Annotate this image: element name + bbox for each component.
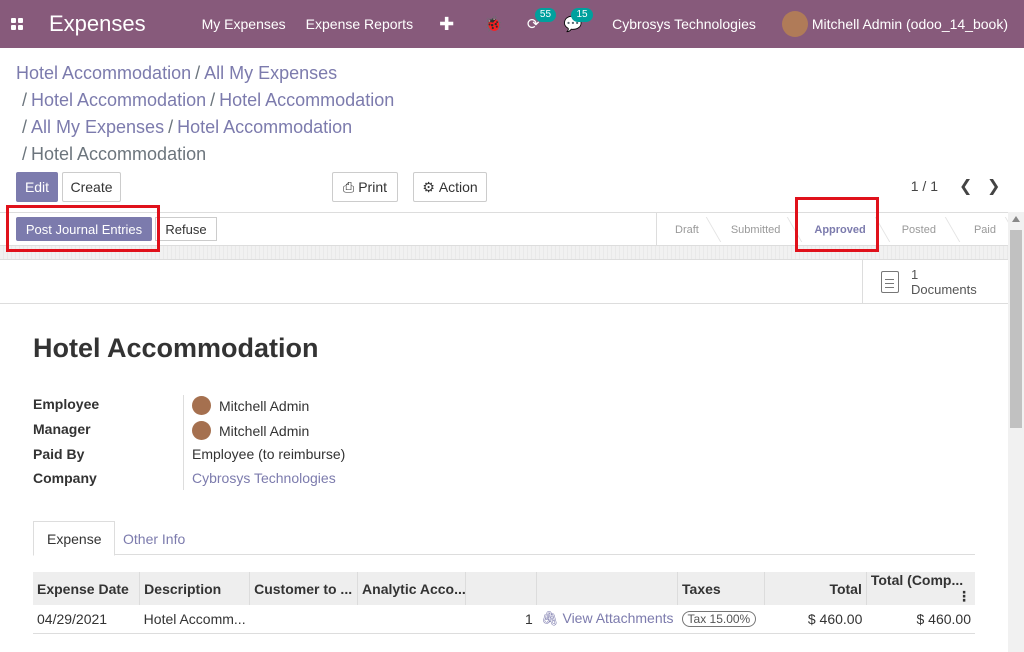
user-menu[interactable]: Mitchell Admin (odoo_14_book)	[812, 16, 1008, 32]
column-header[interactable]: Expense Date	[33, 572, 141, 605]
manager-avatar	[192, 421, 211, 440]
column-header[interactable]: Taxes	[677, 572, 765, 605]
pager-value[interactable]: 1 / 1	[911, 178, 938, 194]
sheet-divider	[0, 303, 1008, 304]
stage-posted[interactable]: Posted	[882, 213, 952, 246]
documents-count: 1	[911, 266, 919, 282]
cell-analytic	[357, 605, 466, 634]
refuse-button[interactable]: Refuse	[155, 217, 217, 241]
documents-label: Documents	[911, 281, 977, 297]
manager-field[interactable]: Mitchell Admin	[192, 421, 309, 440]
menu-expense-reports[interactable]: Expense Reports	[306, 16, 413, 32]
breadcrumb-link[interactable]: All My Expenses	[31, 117, 164, 137]
form-tabs: Expense Other Info	[33, 521, 975, 556]
chevron-right-icon[interactable]: ❯	[987, 176, 1000, 196]
plus-menu-icon[interactable]: ✚	[439, 14, 454, 35]
view-attachments-link[interactable]: View Attachments	[562, 610, 673, 626]
optional-columns-icon[interactable]: ⋮	[957, 588, 971, 605]
field-divider	[183, 395, 184, 490]
manager-value: Mitchell Admin	[219, 422, 310, 439]
messages-badge: 15	[571, 8, 593, 22]
print-icon: ⎙	[343, 178, 355, 195]
manager-label: Manager	[33, 421, 91, 437]
documents-smart-button[interactable]: 1 Documents	[862, 260, 1007, 303]
debug-bug-icon[interactable]: 🐞	[484, 15, 503, 33]
expense-lines-table: Expense Date Description Customer to ...…	[33, 572, 975, 634]
action-label: Action	[438, 179, 478, 195]
company-label: Company	[33, 470, 97, 486]
paid-by-label: Paid By	[33, 446, 85, 462]
stage-submitted[interactable]: Submitted	[713, 213, 795, 246]
paperclip-icon: 🖇	[540, 610, 559, 627]
column-header-label: Total (Comp...	[870, 572, 964, 588]
column-header[interactable]	[536, 572, 679, 605]
cell-description: Hotel Accomm...	[139, 605, 250, 634]
cell-taxes: Tax 15.00%	[677, 605, 765, 634]
breadcrumb: Hotel Accommodation / All My Expenses / Hot…	[16, 63, 395, 164]
column-header[interactable]: Total	[764, 572, 867, 605]
breadcrumb-current: Hotel Accommodation	[31, 144, 207, 164]
scroll-up-arrow-icon[interactable]	[1012, 216, 1020, 222]
tax-tag: Tax 15.00%	[681, 611, 757, 628]
app-title[interactable]: Expenses	[49, 11, 146, 37]
print-button[interactable]: ⎙ Print	[332, 172, 398, 202]
column-header[interactable]	[465, 572, 538, 605]
chevron-left-icon[interactable]: ❮	[959, 176, 972, 196]
stage-draft[interactable]: Draft	[657, 213, 713, 246]
paid-by-field[interactable]: Employee (to reimburse)	[192, 446, 345, 462]
scroll-thumb[interactable]	[1010, 230, 1022, 428]
cell-total-company: $ 460.00	[866, 605, 975, 634]
stage-paid[interactable]: Paid	[952, 213, 1012, 246]
employee-avatar	[192, 396, 211, 415]
breadcrumb-link[interactable]: Hotel Accommodation	[16, 63, 191, 83]
page-title: Hotel Accommodation	[33, 333, 319, 363]
create-button[interactable]: Create	[62, 172, 121, 202]
highlight-box-post	[6, 205, 160, 252]
apps-menu-icon[interactable]	[1, 0, 33, 48]
menu-my-expenses[interactable]: My Expenses	[202, 16, 286, 32]
print-label: Print	[358, 179, 387, 195]
activity-clock-icon[interactable]: ⟳ 55	[527, 8, 557, 33]
company-switcher[interactable]: Cybrosys Technologies	[612, 16, 756, 32]
column-header[interactable]: Description	[139, 572, 251, 605]
cell-date: 04/29/2021	[33, 605, 140, 634]
vertical-scrollbar[interactable]	[1008, 212, 1024, 652]
column-header[interactable]: Analytic Acco...	[357, 572, 467, 605]
breadcrumb-link[interactable]: All My Expenses	[204, 63, 337, 83]
breadcrumb-link[interactable]: Hotel Accommodation	[177, 117, 352, 137]
gear-icon: ⚙	[422, 178, 435, 195]
employee-value: Mitchell Admin	[219, 397, 310, 414]
document-icon	[881, 270, 899, 293]
action-button[interactable]: ⚙ Action	[413, 172, 487, 202]
top-navbar: Expenses My Expenses Expense Reports ✚ 🐞…	[0, 0, 1024, 48]
breadcrumb-link[interactable]: Hotel Accommodation	[219, 90, 394, 110]
cell-customer	[249, 605, 358, 634]
company-field[interactable]: Cybrosys Technologies	[192, 470, 336, 486]
employee-field[interactable]: Mitchell Admin	[192, 396, 309, 415]
activity-badge: 55	[534, 8, 557, 22]
cell-attachments[interactable]: 🖇 View Attachments	[536, 605, 678, 634]
messages-chat-icon[interactable]: 💬 15	[563, 8, 593, 33]
cell-total: $ 460.00	[764, 605, 867, 634]
employee-label: Employee	[33, 396, 100, 412]
tab-expense[interactable]: Expense	[33, 521, 116, 556]
edit-button[interactable]: Edit	[16, 172, 58, 202]
cell-quantity: 1	[465, 605, 537, 634]
tab-other-info[interactable]: Other Info	[110, 521, 198, 556]
column-header[interactable]: Total (Comp... ⋮	[866, 572, 975, 605]
table-row[interactable]: 04/29/2021 Hotel Accomm... 1 🖇 View Atta…	[33, 605, 975, 634]
breadcrumb-link[interactable]: Hotel Accommodation	[31, 90, 206, 110]
highlight-box-approved	[795, 197, 879, 252]
column-header[interactable]: Customer to ...	[249, 572, 359, 605]
user-avatar[interactable]	[781, 11, 808, 37]
